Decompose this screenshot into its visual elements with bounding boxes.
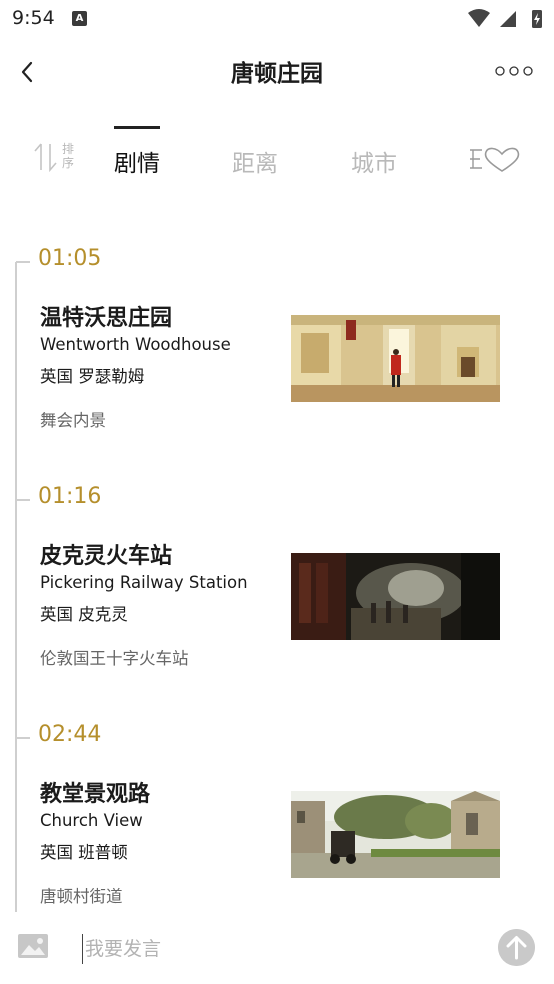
sort-icon (34, 143, 57, 173)
entry-english-name: Pickering Railway Station (40, 573, 248, 592)
entry-english-name: Wentworth Woodhouse (40, 335, 231, 354)
timeline-tick (16, 499, 30, 501)
sort-button[interactable]: 排序 (32, 140, 82, 174)
entry-title: 温特沃思庄园 (40, 306, 173, 331)
comment-input[interactable]: 我要发言 (82, 934, 462, 964)
entry-english-name: Church View (40, 811, 143, 830)
sort-label: 排序 (62, 142, 75, 170)
entry-location: 英国 班普顿 (40, 843, 128, 862)
comment-bar: 我要发言 (0, 912, 554, 984)
entry-time: 02:44 (38, 722, 102, 747)
page-title: 唐顿庄园 (231, 61, 323, 87)
tab-distance[interactable]: 距离 (232, 144, 278, 178)
tab-plot[interactable]: 剧情 (114, 144, 160, 178)
entry-time: 01:16 (38, 484, 102, 509)
entry-title: 皮克灵火车站 (40, 544, 173, 569)
more-icon[interactable] (494, 64, 534, 78)
tab-bar: 排序 剧情 距离 城市 (0, 118, 554, 188)
timeline-tick (16, 737, 30, 739)
status-bar: 9:54 A (0, 0, 554, 38)
railway-station-image[interactable] (291, 553, 500, 640)
entry-description: 舞会内景 (40, 411, 106, 430)
wifi-icon (468, 9, 490, 27)
send-icon[interactable] (498, 929, 535, 966)
signal-icon (500, 11, 516, 27)
status-time: 9:54 (12, 7, 55, 29)
entry-description: 唐顿村街道 (40, 887, 123, 906)
entry-location: 英国 皮克灵 (40, 605, 128, 624)
image-icon[interactable] (18, 934, 48, 958)
entry-location: 英国 罗瑟勒姆 (40, 367, 145, 386)
active-tab-indicator (114, 126, 160, 129)
wentworth-interior-image[interactable] (291, 315, 500, 402)
timeline-line (15, 262, 17, 912)
status-icons (468, 9, 542, 28)
app-header: 唐顿庄园 (0, 38, 554, 102)
timeline-tick (16, 261, 30, 263)
entry-description: 伦敦国王十字火车站 (40, 649, 189, 668)
entry-time: 01:05 (38, 246, 102, 271)
tab-city[interactable]: 城市 (351, 144, 397, 178)
notification-icon: A (72, 11, 87, 26)
church-view-image[interactable] (291, 791, 500, 878)
filter-favorite-icon[interactable] (468, 146, 520, 174)
entry-title: 教堂景观路 (40, 782, 151, 807)
